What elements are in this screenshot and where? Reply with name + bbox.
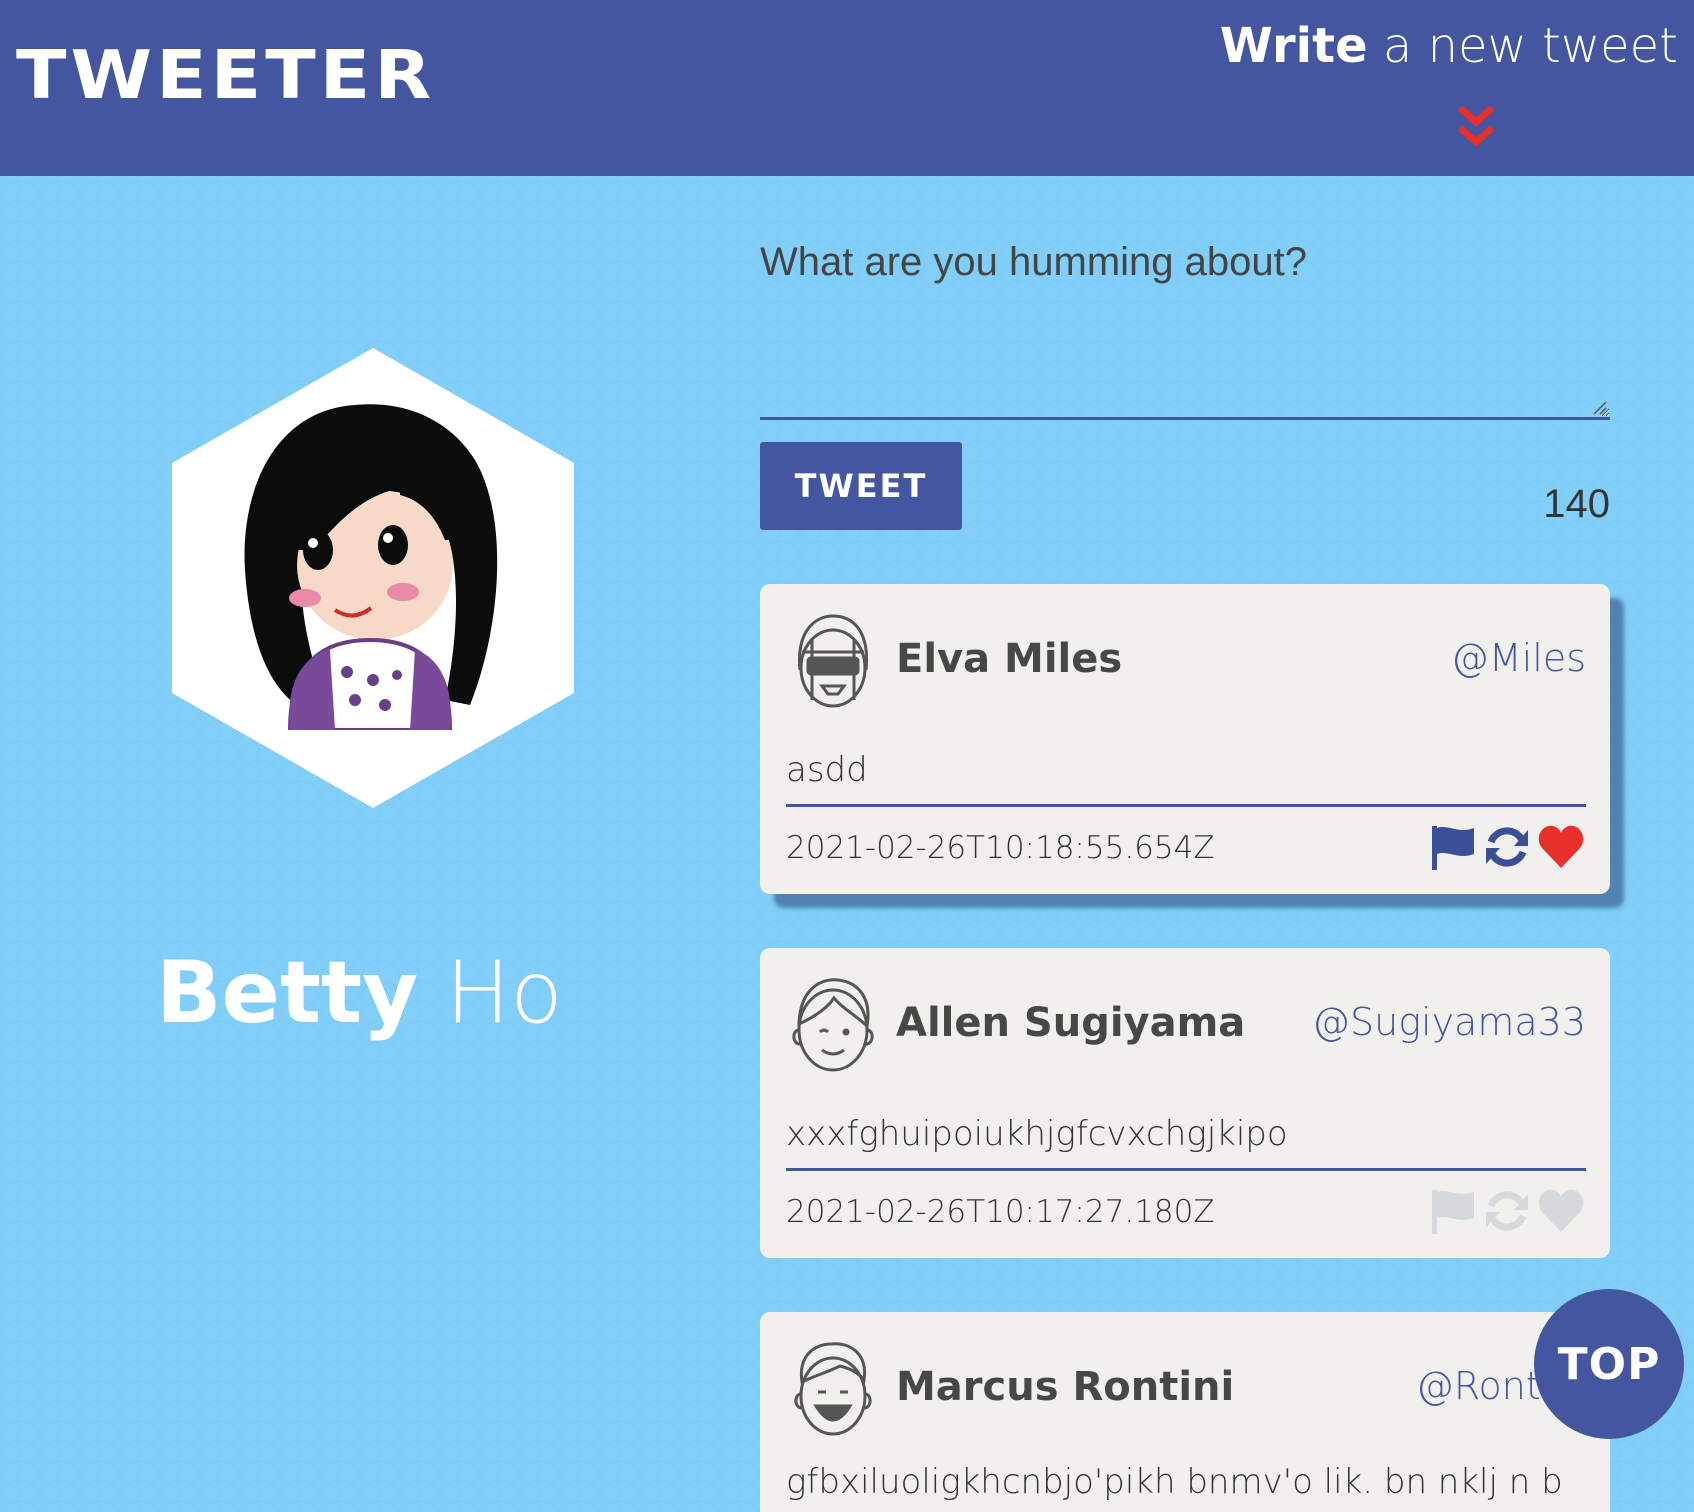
user-avatar-icon: [794, 1342, 872, 1436]
resize-grip-icon[interactable]: [1592, 400, 1608, 416]
tweet-text: gfbxiluoligkhcnbjo'pikh bnmv'o lik. bn n…: [786, 1462, 1563, 1502]
user-avatar-icon: [797, 614, 869, 708]
retweet-icon[interactable]: [1482, 822, 1532, 872]
profile-first-name: Betty: [156, 943, 419, 1043]
retweet-icon[interactable]: [1482, 1186, 1532, 1236]
profile-last-name: Ho: [445, 943, 563, 1043]
top-nav: TWEETER Write a new tweet: [0, 0, 1694, 176]
tweet-author-handle[interactable]: @Sugiyama33: [1312, 1000, 1586, 1044]
tweet-timestamp: 2021-02-26T10:17:27.180Z: [786, 1194, 1215, 1230]
tweet-button[interactable]: TWEET: [760, 442, 962, 530]
brand-logo: TWEETER: [16, 36, 436, 114]
double-chevron-down-icon[interactable]: [1456, 104, 1496, 150]
tweet-author-handle[interactable]: @Miles: [1451, 636, 1586, 680]
tweet-card: Marcus Rontini @Rontini gfbxiluoligkhcnb…: [760, 1312, 1610, 1512]
write-rest-label: a new tweet: [1367, 18, 1678, 74]
tweet-author-name: Allen Sugiyama: [896, 1000, 1246, 1046]
tweet-text: asdd: [786, 750, 868, 790]
tweet-divider: [786, 804, 1586, 807]
tweet-actions: [1428, 1186, 1586, 1236]
write-bold-label: Write: [1219, 18, 1368, 74]
profile-avatar: [244, 404, 498, 730]
compose-label: What are you humming about?: [760, 240, 1307, 284]
tweet-card: Allen Sugiyama @Sugiyama33 xxxfghuipoiuk…: [760, 948, 1610, 1258]
tweet-actions: [1428, 822, 1586, 872]
user-avatar-icon: [792, 978, 874, 1072]
tweet-author-name: Marcus Rontini: [896, 1364, 1235, 1410]
tweet-timestamp: 2021-02-26T10:18:55.654Z: [786, 830, 1215, 866]
write-new-tweet-link[interactable]: Write a new tweet: [1220, 22, 1678, 70]
heart-icon[interactable]: [1536, 822, 1586, 872]
scroll-top-button[interactable]: TOP: [1534, 1289, 1684, 1439]
tweet-divider: [786, 1168, 1586, 1171]
compose-textarea[interactable]: [760, 300, 1610, 420]
character-counter: 140: [1543, 482, 1610, 526]
tweet-text: xxxfghuipoiukhjgfcvxchgjkipo: [786, 1114, 1288, 1154]
tweet-author-name: Elva Miles: [896, 636, 1123, 682]
profile-name: Betty Ho: [156, 950, 563, 1036]
flag-icon[interactable]: [1428, 1186, 1478, 1236]
flag-icon[interactable]: [1428, 822, 1478, 872]
heart-icon[interactable]: [1536, 1186, 1586, 1236]
tweet-card: Elva Miles @Miles asdd 2021-02-26T10:18:…: [760, 584, 1610, 894]
